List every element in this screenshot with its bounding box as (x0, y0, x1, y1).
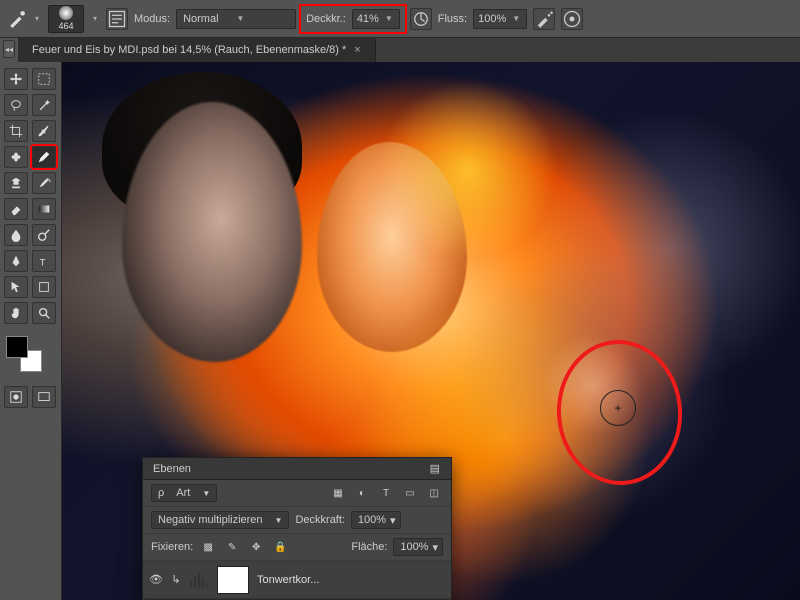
layer-fill-field[interactable]: 100%▾ (393, 538, 443, 556)
blend-mode-value: Normal (183, 13, 218, 25)
history-brush-tool[interactable] (32, 172, 56, 194)
crop-tool[interactable] (4, 120, 28, 142)
blur-tool[interactable] (4, 224, 28, 246)
layers-panel-title: Ebenen (153, 463, 191, 475)
layer-row[interactable]: 👁 ↳ Tonwertkor... (143, 561, 451, 599)
panel-menu-icon[interactable]: ▤ (430, 462, 441, 475)
foreground-color-swatch[interactable] (6, 336, 28, 358)
color-swatches[interactable] (4, 334, 44, 374)
opacity-group-highlight: Deckkr.: 41% ▼ (302, 7, 404, 31)
svg-text:T: T (40, 257, 46, 268)
document-tab-strip: Feuer und Eis by MDI.psd bei 14,5% (Rauc… (18, 38, 800, 62)
brush-panel-toggle-icon[interactable] (106, 8, 128, 30)
options-bar: ▾ 464 ▾ Modus: Normal ▼ Deckkr.: 41% ▼ F… (0, 0, 800, 38)
shape-tool[interactable] (32, 276, 56, 298)
screenmode-toggle[interactable] (32, 386, 56, 408)
filter-pixel-icon[interactable]: ▦ (329, 485, 347, 501)
chevron-down-icon: ▼ (510, 14, 522, 23)
layers-panel[interactable]: Ebenen ▤ ρ Art▼ ▦ ◐ T ▭ ◫ Negativ multip… (142, 457, 452, 600)
magic-wand-tool[interactable] (32, 94, 56, 116)
filter-type-icon[interactable]: T (377, 485, 395, 501)
pressure-size-icon[interactable] (561, 8, 583, 30)
fill-label: Fläche: (351, 541, 387, 553)
filter-shape-icon[interactable]: ▭ (401, 485, 419, 501)
brush-size-value: 464 (58, 21, 73, 31)
filter-adjust-icon[interactable]: ◐ (353, 485, 371, 501)
pressure-opacity-icon[interactable] (410, 8, 432, 30)
path-select-tool[interactable] (4, 276, 28, 298)
canvas[interactable]: Ebenen ▤ ρ Art▼ ▦ ◐ T ▭ ◫ Negativ multip… (62, 62, 800, 600)
eyedropper-tool[interactable] (32, 120, 56, 142)
marquee-tool[interactable] (32, 68, 56, 90)
quickmask-toggle[interactable] (4, 386, 28, 408)
pen-tool[interactable] (4, 250, 28, 272)
layer-list: 👁 ↳ Tonwertkor... 👁 ⎘ Rauch 👁 ▶ (143, 561, 451, 600)
gradient-tool[interactable] (32, 198, 56, 220)
document-title: Feuer und Eis by MDI.psd bei 14,5% (Rauc… (32, 44, 346, 56)
close-icon[interactable]: × (354, 44, 360, 56)
layer-name[interactable]: Tonwertkor... (257, 574, 445, 586)
lock-paint-icon[interactable]: ✎ (223, 539, 241, 555)
flow-value: 100% (478, 13, 506, 25)
flow-label: Fluss: (438, 13, 467, 25)
eraser-tool[interactable] (4, 198, 28, 220)
layer-mask-thumb[interactable] (217, 566, 249, 594)
brush-preset-picker[interactable]: 464 (48, 5, 84, 33)
zoom-tool[interactable] (32, 302, 56, 324)
levels-adjust-icon (189, 570, 209, 590)
lasso-tool[interactable] (4, 94, 28, 116)
hand-tool[interactable] (4, 302, 28, 324)
dropdown-icon[interactable]: ▾ (32, 14, 42, 23)
clip-icon: ↳ (171, 573, 181, 586)
airbrush-icon[interactable] (533, 8, 555, 30)
dodge-tool[interactable] (32, 224, 56, 246)
opacity-value: 41% (357, 13, 379, 25)
chevron-down-icon: ▼ (237, 14, 245, 23)
chevron-down-icon: ▼ (383, 14, 395, 23)
flow-field[interactable]: 100% ▼ (473, 9, 527, 29)
type-tool[interactable]: T (32, 250, 56, 272)
layer-blend-mode[interactable]: Negativ multiplizieren▼ (151, 511, 289, 529)
filter-smart-icon[interactable]: ◫ (425, 485, 443, 501)
brush-tool[interactable] (32, 146, 56, 168)
lock-position-icon[interactable]: ✥ (247, 539, 265, 555)
lock-all-icon[interactable]: 🔒 (271, 539, 289, 555)
clone-stamp-tool[interactable] (4, 172, 28, 194)
opacity-field[interactable]: 41% ▼ (352, 9, 400, 29)
move-tool[interactable] (4, 68, 28, 90)
blend-mode-select[interactable]: Normal ▼ (176, 9, 296, 29)
lock-transparent-icon[interactable]: ▩ (199, 539, 217, 555)
layer-opacity-label: Deckkraft: (295, 514, 345, 526)
layer-opacity-field[interactable]: 100%▾ (351, 511, 401, 529)
healing-brush-tool[interactable] (4, 146, 28, 168)
tools-panel: T (0, 62, 62, 600)
layer-filter-kind[interactable]: ρ Art▼ (151, 484, 217, 502)
mode-label: Modus: (134, 13, 170, 25)
expand-toolbar-icon[interactable]: ◂◂ (3, 40, 15, 58)
tool-preset-icon[interactable] (8, 10, 26, 28)
dropdown-icon[interactable]: ▾ (90, 14, 100, 23)
visibility-icon[interactable]: 👁 (149, 573, 163, 586)
document-tab[interactable]: Feuer und Eis by MDI.psd bei 14,5% (Rauc… (18, 38, 376, 62)
lock-label: Fixieren: (151, 541, 193, 553)
opacity-label: Deckkr.: (306, 13, 346, 25)
layers-panel-header: Ebenen ▤ (143, 458, 451, 480)
